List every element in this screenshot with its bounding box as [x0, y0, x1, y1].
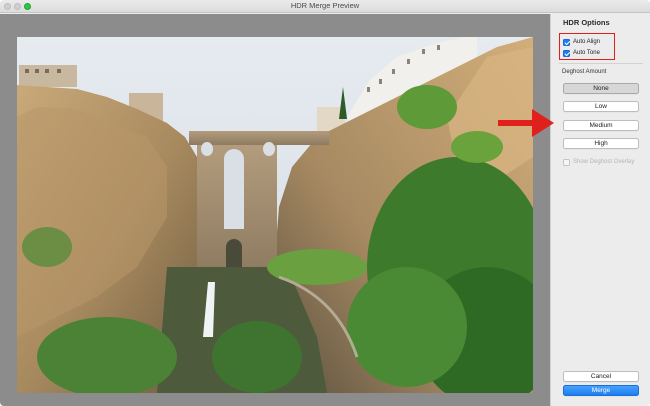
show-deghost-overlay-label: Show Deghost Overlay	[573, 159, 635, 165]
cancel-button[interactable]: Cancel	[563, 371, 639, 382]
deghost-amount-label: Deghost Amount	[562, 69, 607, 75]
window-title: HDR Merge Preview	[290, 1, 360, 10]
checkbox-checked-icon[interactable]	[563, 49, 570, 57]
auto-align-label: Auto Align	[573, 39, 601, 45]
auto-align-checkbox[interactable]: Auto Align	[563, 37, 600, 47]
hdr-options-panel: HDR Options Auto Align Auto Tone Deghost…	[550, 14, 650, 406]
merge-button[interactable]: Merge	[563, 385, 639, 396]
preview-pane	[0, 14, 550, 406]
landscape-photo	[17, 37, 533, 393]
deghost-none-button[interactable]: None	[563, 83, 639, 94]
deghost-high-button[interactable]: High	[563, 138, 639, 149]
show-deghost-overlay-checkbox[interactable]: Show Deghost Overlay	[563, 157, 634, 167]
hdr-preview-image	[17, 37, 533, 393]
title-bar: HDR Merge Preview	[0, 0, 650, 13]
deghost-medium-button[interactable]: Medium	[563, 120, 639, 131]
annotation-arrow-icon	[498, 109, 554, 137]
auto-tone-checkbox[interactable]: Auto Tone	[563, 48, 600, 58]
panel-heading: HDR Options	[563, 18, 610, 27]
checkbox-checked-icon[interactable]	[563, 38, 570, 46]
divider	[559, 63, 643, 64]
hdr-merge-window: HDR Merge Preview HDR Options Auto Align…	[0, 0, 650, 406]
deghost-low-button[interactable]: Low	[563, 101, 639, 112]
auto-tone-label: Auto Tone	[573, 50, 600, 56]
checkbox-unchecked-icon[interactable]	[563, 158, 570, 166]
